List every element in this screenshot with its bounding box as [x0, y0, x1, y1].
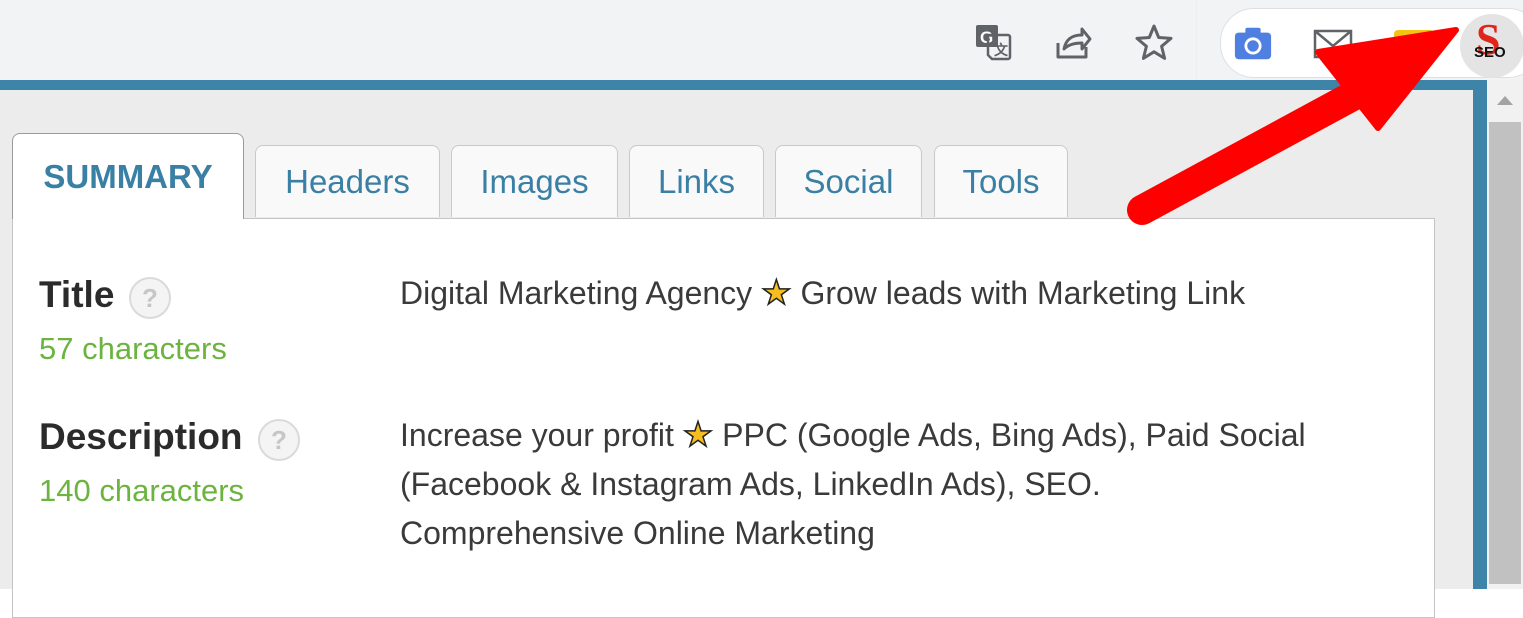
description-line-1: Increase your profit ★ PPC (Google Ads, …: [400, 411, 1306, 460]
description-line-2: (Facebook & Instagram Ads, LinkedIn Ads)…: [400, 466, 1101, 502]
star-icon: ★: [682, 415, 714, 455]
tab-links[interactable]: Links: [629, 145, 764, 217]
tab-social[interactable]: Social: [775, 145, 922, 217]
title-text-end: Grow leads with Marketing Link: [800, 275, 1246, 311]
scroll-thumb[interactable]: [1489, 122, 1521, 584]
summary-panel: Title ? 57 characters Digital Marketing …: [12, 218, 1435, 618]
scrollbar[interactable]: [1487, 80, 1523, 589]
browser-toolbar: G 文 S SEO: [0, 0, 1523, 80]
star-icon: ★: [760, 273, 792, 313]
mail-icon[interactable]: [1313, 24, 1353, 64]
seo-badge-text: SEO: [1474, 44, 1506, 61]
title-help-icon[interactable]: ?: [129, 277, 171, 319]
title-text-start: Digital Marketing Agency: [400, 275, 753, 311]
description-line-3: Comprehensive Online Marketing: [400, 515, 875, 551]
camera-icon[interactable]: [1233, 24, 1273, 64]
description-char-count: 140 characters: [39, 473, 245, 508]
address-bar[interactable]: [0, 0, 1197, 80]
description-text-rest: PPC (Google Ads, Bing Ads), Paid Social: [722, 417, 1306, 453]
tab-tools[interactable]: Tools: [934, 145, 1068, 217]
description-value: Increase your profit ★ PPC (Google Ads, …: [400, 411, 1306, 558]
bookmark-star-icon[interactable]: [1134, 22, 1174, 62]
title-label: Title: [39, 274, 115, 315]
title-char-count: 57 characters: [39, 331, 227, 366]
tab-summary[interactable]: SUMMARY: [12, 133, 244, 219]
description-label: Description: [39, 416, 243, 457]
svg-text:文: 文: [994, 42, 1009, 58]
title-value: Digital Marketing Agency ★ Grow leads wi…: [400, 269, 1245, 318]
svg-text:G: G: [980, 28, 993, 47]
description-help-icon[interactable]: ?: [258, 419, 300, 461]
scroll-up-arrow-icon[interactable]: [1497, 96, 1513, 105]
description-text-start: Increase your profit: [400, 417, 674, 453]
seo-extension-icon[interactable]: S SEO: [1460, 14, 1523, 78]
yellow-extension-icon[interactable]: [1394, 30, 1434, 62]
translate-icon[interactable]: G 文: [973, 22, 1013, 62]
tab-images[interactable]: Images: [451, 145, 618, 217]
tab-headers[interactable]: Headers: [255, 145, 440, 217]
share-icon[interactable]: [1053, 22, 1093, 62]
